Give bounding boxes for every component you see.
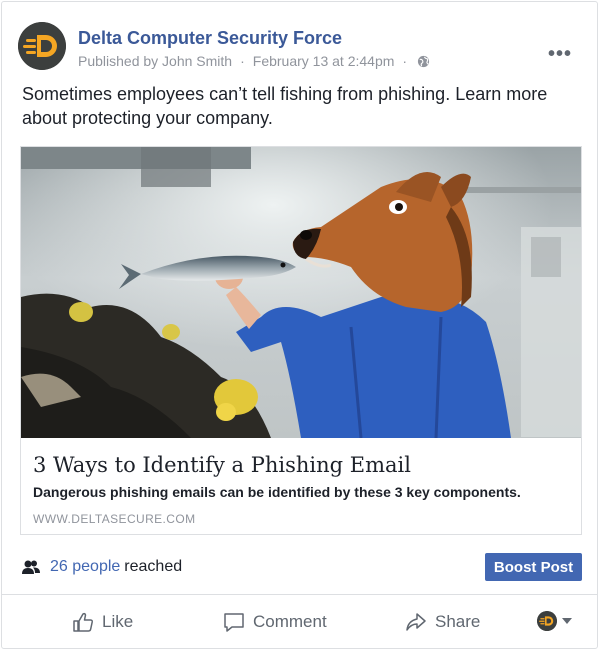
people-icon <box>22 560 40 574</box>
boost-post-button[interactable]: Boost Post <box>485 553 582 581</box>
comment-bubble-icon <box>224 613 244 632</box>
share-label: Share <box>435 612 481 631</box>
published-by: Published by John Smith <box>78 53 233 69</box>
comment-label: Comment <box>253 612 327 631</box>
post-timestamp[interactable]: February 13 at 2:44pm <box>253 53 395 69</box>
post-header: Delta Computer Security Force Published … <box>18 22 578 78</box>
chevron-down-icon <box>562 618 572 624</box>
page-avatar[interactable] <box>18 22 66 70</box>
more-options-icon[interactable]: ••• <box>548 44 572 64</box>
reach-row: 26 people reached <box>22 554 182 580</box>
reach-count-link[interactable]: 26 people <box>50 558 120 576</box>
reach-label: reached <box>124 558 183 575</box>
preview-title[interactable]: 3 Ways to Identify a Phishing Email <box>33 452 569 478</box>
preview-image <box>21 147 581 438</box>
share-arrow-icon <box>406 613 426 631</box>
post-message: Sometimes employees can’t tell fishing f… <box>22 84 548 128</box>
meta-separator: · <box>402 53 408 69</box>
actor-switch-icon <box>537 611 557 631</box>
actor-switch[interactable] <box>537 611 572 631</box>
page-name-link[interactable]: Delta Computer Security Force <box>78 28 342 49</box>
post-meta: Published by John Smith · February 13 at… <box>78 53 430 69</box>
preview-domain: WWW.DELTASECURE.COM <box>33 512 196 526</box>
thumbs-up-icon <box>73 612 93 632</box>
comment-button[interactable]: Comment <box>223 609 327 635</box>
post-card: Delta Computer Security Force Published … <box>1 1 598 649</box>
divider <box>2 594 597 595</box>
delta-logo-icon <box>18 22 66 70</box>
like-label: Like <box>102 612 134 631</box>
share-button[interactable]: Share <box>405 609 480 635</box>
preview-body: 3 Ways to Identify a Phishing Email Dang… <box>21 438 581 534</box>
link-preview[interactable]: 3 Ways to Identify a Phishing Email Dang… <box>20 146 582 535</box>
like-button[interactable]: Like <box>72 609 133 635</box>
globe-icon[interactable] <box>417 55 430 68</box>
meta-separator: · <box>240 53 245 69</box>
preview-description: Dangerous phishing emails can be identif… <box>33 484 521 500</box>
